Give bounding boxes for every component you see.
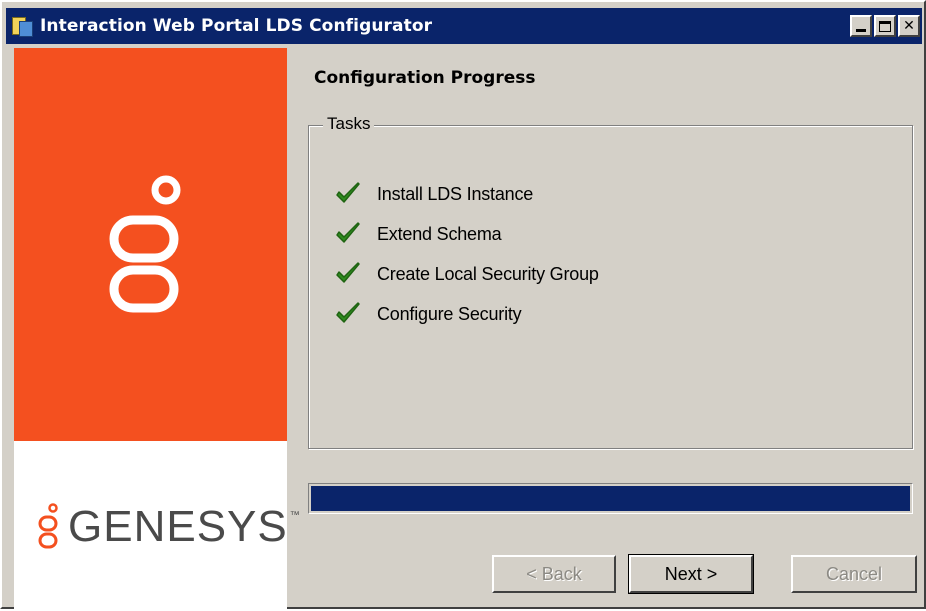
maximize-button[interactable]	[874, 15, 896, 37]
close-icon: ✕	[903, 18, 915, 34]
back-button[interactable]: < Back	[492, 555, 616, 593]
task-label: Extend Schema	[377, 223, 502, 244]
maximize-icon	[879, 20, 891, 32]
task-label: Install LDS Instance	[377, 183, 534, 204]
close-button[interactable]: ✕	[898, 15, 920, 37]
task-item: Extend Schema	[335, 214, 599, 254]
check-icon	[336, 262, 360, 283]
task-label: Create Local Security Group	[377, 263, 599, 284]
check-icon	[336, 302, 360, 323]
task-label: Configure Security	[377, 303, 522, 324]
task-item: Install LDS Instance	[335, 174, 599, 214]
next-button[interactable]: Next >	[628, 554, 754, 594]
app-icon[interactable]	[12, 15, 34, 37]
page-title: Configuration Progress	[314, 68, 536, 88]
brand-name: GENESYS	[68, 502, 288, 551]
brand-footer: GENESYS ™	[14, 441, 300, 611]
window-controls: ✕	[850, 15, 920, 37]
progress-bar	[308, 483, 913, 514]
title-bar[interactable]: Interaction Web Portal LDS Configurator …	[6, 8, 922, 44]
brand-banner	[14, 48, 287, 441]
configurator-window: Interaction Web Portal LDS Configurator …	[0, 0, 926, 611]
progress-fill	[311, 486, 910, 511]
task-item: Configure Security	[335, 294, 599, 334]
check-icon	[336, 222, 360, 243]
tasks-legend: Tasks	[323, 114, 375, 134]
cancel-button[interactable]: Cancel	[791, 555, 917, 593]
genesys-wordmark: GENESYS ™	[36, 502, 300, 552]
tasks-group: Tasks Install LDS Instance Extend Schema…	[308, 114, 913, 449]
window-title: Interaction Web Portal LDS Configurator	[40, 16, 433, 36]
genesys-logo-icon	[109, 175, 180, 312]
genesys-small-logo-icon	[38, 503, 58, 549]
minimize-button[interactable]	[850, 15, 872, 37]
minimize-icon	[856, 29, 866, 32]
trademark-mark: ™	[289, 510, 300, 521]
task-list: Install LDS Instance Extend Schema Creat…	[335, 174, 599, 334]
check-icon	[336, 182, 360, 203]
task-item: Create Local Security Group	[335, 254, 599, 294]
